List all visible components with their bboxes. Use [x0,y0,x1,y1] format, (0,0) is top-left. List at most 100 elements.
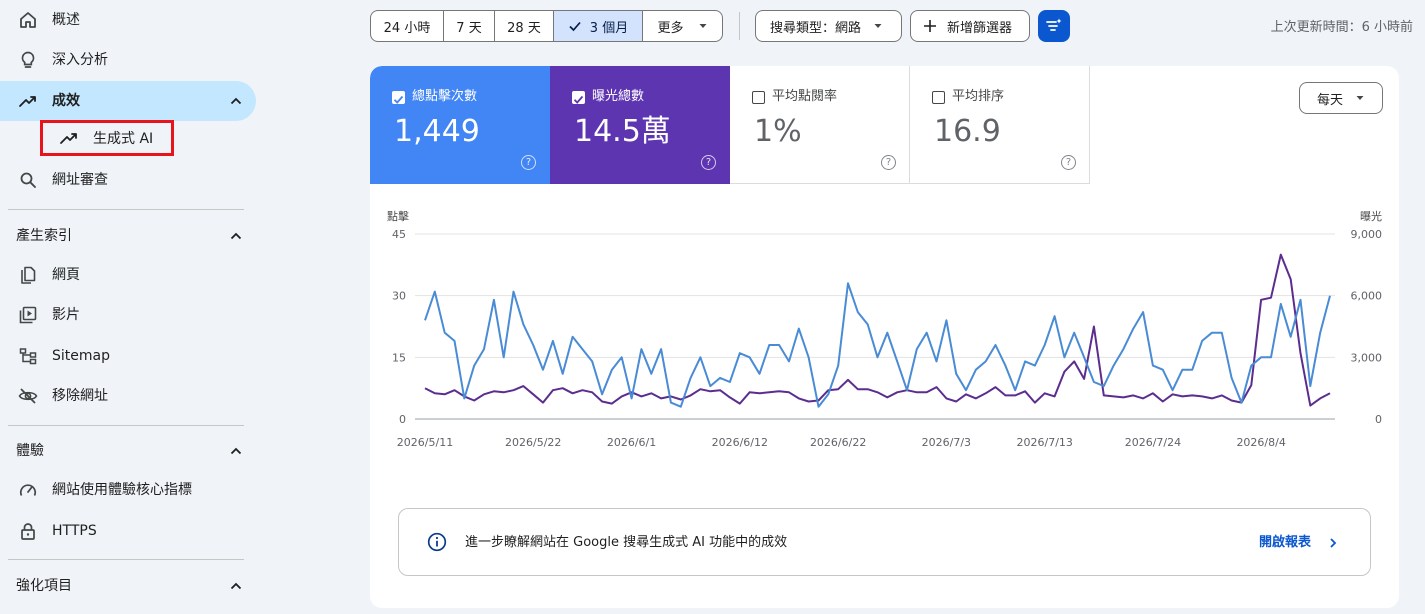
plus-icon [924,20,936,32]
dropdown-arrow-icon [1356,96,1364,100]
sidebar-subitem-generative-ai[interactable]: 生成式 AI [40,120,174,156]
range-28d-button[interactable]: 28 天 [495,11,554,41]
interval-dropdown[interactable]: 每天 [1299,82,1383,114]
left-tick-label: 45 [392,228,406,241]
sidebar-item-label: 成效 [52,93,80,109]
metric-name: 平均點閱率 [772,89,838,104]
left-tick-label: 30 [392,290,406,303]
sidebar-item-core-web-vitals[interactable]: 網站使用體驗核心指標 [0,470,256,510]
right-tick-label: 6,000 [1351,290,1383,303]
left-tick-label: 0 [399,413,406,426]
sidebar-item-label: 網址審查 [52,172,108,188]
home-icon [20,12,36,28]
sidebar-item-label: 網頁 [52,267,80,283]
video-icon [19,306,37,324]
metric-name: 總點擊次數 [412,89,478,104]
sidebar-item-label: 概述 [52,12,80,28]
section-label: 產生索引 [16,228,72,244]
range-7d-button[interactable]: 7 天 [444,11,495,41]
sidebar-item-videos[interactable]: 影片 [0,295,256,335]
section-experience[interactable]: 體驗 [16,439,244,463]
sidebar-item-performance[interactable]: 成效 [0,81,256,121]
info-banner-text: 進一步瞭解網站在 Google 搜尋生成式 AI 功能中的成效 [465,535,788,550]
pages-icon [21,266,36,284]
section-enhancements[interactable]: 強化項目 [16,574,244,598]
check-icon [573,95,584,104]
x-tick-label: 2026/8/4 [1236,436,1285,449]
check-icon [393,95,404,104]
metric-average-ctr[interactable]: 平均點閱率 1% ? [730,66,910,184]
help-icon[interactable]: ? [521,155,536,170]
sidebar-item-url-inspection[interactable]: 網址審查 [0,160,256,200]
x-tick-label: 2026/7/13 [1017,436,1073,449]
sidebar: 概述 深入分析 成效 生成式 AI 網址審查 產生索引 網頁 影片 Sitema… [0,0,256,614]
right-tick-label: 3,000 [1351,351,1383,364]
sidebar-item-https[interactable]: HTTPS [0,511,256,551]
sidebar-item-pages[interactable]: 網頁 [0,255,256,295]
trending-up-icon [60,133,77,144]
sidebar-item-overview[interactable]: 概述 [0,0,256,40]
help-icon[interactable]: ? [881,155,896,170]
add-filter-label: 新增篩選器 [947,20,1013,36]
sidebar-divider [8,425,244,426]
x-tick-label: 2026/5/22 [505,436,561,449]
dropdown-arrow-icon [699,24,706,28]
add-filter-button[interactable]: 新增篩選器 [910,10,1030,42]
metric-checkbox[interactable] [572,91,585,104]
metric-value: 14.5萬 [574,114,671,149]
sidebar-item-insights[interactable]: 深入分析 [0,40,256,80]
sidebar-item-label: HTTPS [52,523,97,539]
lock-icon [21,523,35,540]
metric-total-clicks[interactable]: 總點擊次數 1,449 ? [370,66,550,184]
search-icon [20,172,36,188]
chevron-up-icon[interactable] [226,576,246,596]
metric-checkbox[interactable] [392,91,405,104]
metric-checkbox[interactable] [752,91,765,104]
section-label: 體驗 [16,443,44,459]
metric-total-impressions[interactable]: 曝光總數 14.5萬 ? [550,66,730,184]
left-tick-label: 15 [392,351,406,364]
right-tick-label: 0 [1375,413,1382,426]
metric-name: 曝光總數 [592,89,645,104]
range-3m-label: 3 個月 [589,20,629,36]
dropdown-arrow-icon [874,24,882,28]
chevron-right-icon[interactable] [1327,534,1339,552]
chevron-up-icon[interactable] [226,441,246,461]
x-tick-label: 2026/6/12 [712,436,768,449]
sidebar-item-label: 網站使用體驗核心指標 [52,482,192,498]
filter-settings-button[interactable] [1038,10,1070,42]
open-report-link[interactable]: 開啟報表 [1259,534,1311,552]
metric-name: 平均排序 [952,89,1005,104]
range-3m-button[interactable]: 3 個月 [554,11,643,41]
help-icon[interactable]: ? [1061,155,1076,170]
sidebar-item-label: 影片 [52,307,80,323]
chevron-up-icon[interactable] [226,91,246,111]
left-axis-title: 點擊 [387,209,409,223]
sidebar-divider [8,559,244,560]
info-banner: 進一步瞭解網站在 Google 搜尋生成式 AI 功能中的成效 開啟報表 [398,508,1371,576]
info-icon [427,532,447,552]
section-indexing[interactable]: 產生索引 [16,224,244,248]
more-range-label: 更多 [657,20,684,36]
search-type-dropdown[interactable]: 搜尋類型：網路 [755,10,902,42]
sitemap-icon [19,348,37,365]
visibility-off-icon [18,388,38,404]
interval-label: 每天 [1317,92,1344,108]
metric-average-position[interactable]: 平均排序 16.9 ? [910,66,1090,184]
toolbar-divider [739,12,740,40]
x-tick-label: 2026/7/3 [922,436,971,449]
metric-checkbox[interactable] [932,91,945,104]
x-tick-label: 2026/6/22 [810,436,866,449]
help-icon[interactable]: ? [701,155,716,170]
x-tick-label: 2026/5/11 [397,436,453,449]
impressions-series-line [424,253,1331,407]
speed-icon [20,484,36,496]
sidebar-item-sitemap[interactable]: Sitemap [0,336,256,376]
sidebar-item-removals[interactable]: 移除網址 [0,376,256,416]
metric-value: 16.9 [934,114,1001,149]
chevron-up-icon[interactable] [226,226,246,246]
check-icon [569,21,581,32]
range-24h-button[interactable]: 24 小時 [371,11,444,41]
more-range-button[interactable]: 更多 [643,11,722,41]
date-range-selector: 24 小時 7 天 28 天 3 個月 更多 [370,10,723,42]
